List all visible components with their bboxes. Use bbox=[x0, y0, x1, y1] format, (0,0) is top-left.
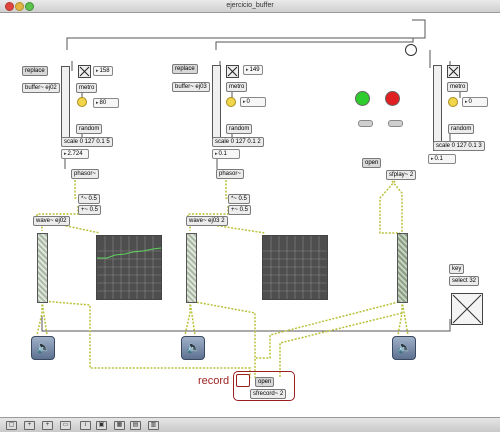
mul-object-2[interactable]: *~ 0.5 bbox=[228, 194, 250, 204]
random-object-2[interactable]: random bbox=[226, 124, 253, 134]
grid-icon[interactable] bbox=[96, 235, 162, 300]
freq-number-1[interactable]: 2.724 bbox=[61, 149, 89, 159]
ms-number-3[interactable]: 0 bbox=[462, 97, 488, 107]
layout-icon[interactable]: ▥ bbox=[148, 421, 159, 430]
metro-object-3[interactable]: metro bbox=[447, 82, 469, 92]
loadbang-toggle[interactable] bbox=[405, 44, 417, 56]
freq-number-3[interactable]: 0.1 bbox=[428, 154, 456, 164]
level-meter-2 bbox=[186, 233, 197, 303]
presentation-icon[interactable]: ▣ bbox=[96, 421, 107, 430]
grid-toggle-icon[interactable]: ▦ bbox=[114, 421, 125, 430]
toggle-x-icon[interactable] bbox=[226, 65, 239, 78]
ms-number-2[interactable]: 0 bbox=[240, 97, 266, 107]
buffer-object-2[interactable]: buffer~ ej03 bbox=[172, 82, 210, 92]
wave-object-1[interactable]: wave~ ej02 bbox=[33, 216, 70, 226]
toggle-x-icon[interactable] bbox=[78, 65, 91, 78]
sfrecord-object[interactable]: sfrecord~ 2 bbox=[250, 389, 287, 399]
replace-message-1[interactable]: replace bbox=[22, 66, 48, 76]
slider-2[interactable] bbox=[212, 65, 221, 145]
sfplay-object[interactable]: sfplay~ 2 bbox=[386, 170, 417, 180]
info-icon[interactable]: i bbox=[80, 421, 91, 430]
random-object-1[interactable]: random bbox=[76, 124, 103, 134]
slider-3[interactable] bbox=[433, 65, 442, 151]
mul-object-1[interactable]: *~ 0.5 bbox=[78, 194, 100, 204]
bang-icon[interactable] bbox=[226, 97, 236, 107]
add-icon[interactable]: + bbox=[42, 421, 53, 430]
big-toggle-x-icon[interactable] bbox=[451, 293, 483, 325]
patcher-canvas[interactable]: replace buffer~ ej02 158 metro 80 random… bbox=[0, 13, 500, 417]
toggle-x-icon[interactable] bbox=[447, 65, 460, 78]
window-icon[interactable]: ▭ bbox=[60, 421, 71, 430]
add-object-1[interactable]: +~ 0.5 bbox=[78, 205, 102, 215]
level-meter-1 bbox=[37, 233, 48, 303]
select-object[interactable]: select 32 bbox=[449, 276, 480, 286]
speaker-icon[interactable]: 🔈 bbox=[31, 336, 55, 360]
new-object-icon[interactable]: + bbox=[24, 421, 35, 430]
stop-led[interactable] bbox=[385, 91, 400, 106]
grid-icon[interactable] bbox=[262, 235, 328, 300]
play-button[interactable] bbox=[358, 120, 373, 127]
random-object-3[interactable]: random bbox=[448, 124, 475, 134]
level-meter-3 bbox=[397, 233, 408, 303]
speaker-icon[interactable]: 🔈 bbox=[392, 336, 416, 360]
bang-icon[interactable] bbox=[448, 97, 458, 107]
scale-object-1[interactable]: scale 0 127 0.1 5 bbox=[61, 137, 113, 147]
metro-number-2[interactable]: 149 bbox=[243, 65, 263, 75]
speaker-icon[interactable]: 🔈 bbox=[181, 336, 205, 360]
speaker-glyph: 🔈 bbox=[36, 340, 51, 354]
bang-icon[interactable] bbox=[77, 97, 87, 107]
window-title: ejercicio_buffer bbox=[226, 2, 274, 9]
play-led[interactable] bbox=[355, 91, 370, 106]
open-message-play[interactable]: open bbox=[362, 158, 382, 168]
speaker-glyph: 🔈 bbox=[186, 340, 201, 354]
stop-button[interactable] bbox=[388, 120, 403, 127]
metro-object-2[interactable]: metro bbox=[226, 82, 248, 92]
record-label: record bbox=[198, 375, 230, 387]
metro-object-1[interactable]: metro bbox=[76, 83, 98, 93]
scale-object-2[interactable]: scale 0 127 0.1 2 bbox=[212, 137, 264, 147]
zoom-icon[interactable]: ▤ bbox=[130, 421, 141, 430]
wave-object-2[interactable]: wave~ ej03 2 bbox=[186, 216, 228, 226]
buffer-object-1[interactable]: buffer~ ej02 bbox=[22, 83, 60, 93]
key-object[interactable]: key bbox=[449, 264, 465, 274]
metro-number-1[interactable]: 158 bbox=[93, 66, 113, 76]
scale-object-3[interactable]: scale 0 127 0.1 3 bbox=[433, 141, 485, 151]
record-toggle[interactable] bbox=[236, 374, 250, 387]
lock-icon[interactable]: ▢ bbox=[6, 421, 17, 430]
window-titlebar: ejercicio_buffer bbox=[0, 0, 500, 13]
replace-message-2[interactable]: replace bbox=[172, 64, 198, 74]
phasor-object-1[interactable]: phasor~ bbox=[71, 169, 99, 179]
slider-1[interactable] bbox=[61, 66, 70, 146]
ms-number-1[interactable]: 80 bbox=[93, 98, 119, 108]
speaker-glyph: 🔈 bbox=[397, 340, 412, 354]
freq-number-2[interactable]: 0.1 bbox=[212, 149, 240, 159]
open-message-record[interactable]: open bbox=[255, 377, 275, 387]
phasor-object-2[interactable]: phasor~ bbox=[216, 169, 244, 179]
add-object-2[interactable]: +~ 0.5 bbox=[228, 205, 252, 215]
patcher-toolbar: ▢ + + ▭ i ▣ ▦ ▤ ▥ bbox=[0, 417, 500, 432]
